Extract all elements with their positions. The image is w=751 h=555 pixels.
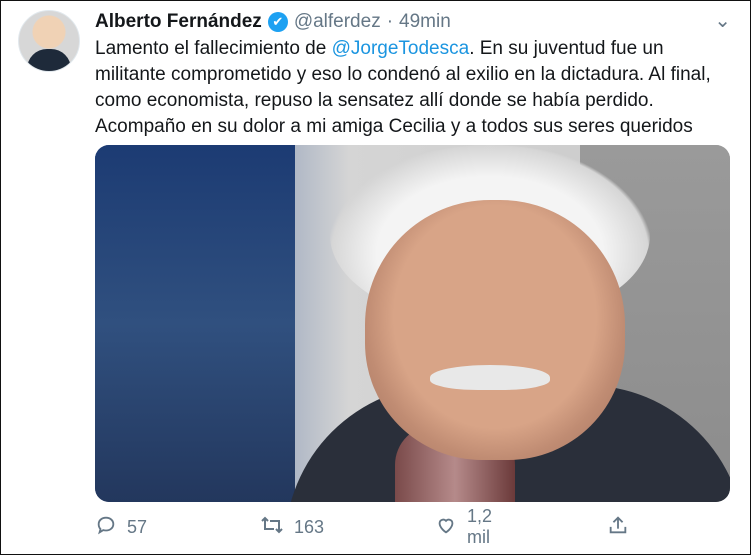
retweet-icon <box>260 514 284 540</box>
author-avatar[interactable] <box>18 10 80 72</box>
tweet-text: Lamento el fallecimiento de @JorgeTodesc… <box>95 36 725 140</box>
retweet-count: 163 <box>294 516 325 537</box>
mention-link[interactable]: @JorgeTodesca <box>332 38 470 59</box>
avatar-suit <box>27 49 71 71</box>
share-icon <box>607 514 629 540</box>
like-count: 1,2 mil <box>467 506 493 547</box>
tweet-time[interactable]: 49min <box>399 11 451 33</box>
separator-dot: · <box>386 11 394 32</box>
photo-face <box>365 200 625 460</box>
photo-mustache <box>430 365 550 390</box>
author-handle[interactable]: @alferdez <box>294 11 381 33</box>
reply-count: 57 <box>127 516 148 537</box>
share-button[interactable] <box>607 514 629 540</box>
tweet-header: Alberto Fernández ✔ @alferdez · 49min <box>95 10 451 34</box>
photo-background-left <box>95 145 295 502</box>
reply-icon <box>95 514 117 540</box>
tweet-text-part: Lamento el fallecimiento de <box>95 38 332 59</box>
retweet-button[interactable]: 163 <box>260 514 324 540</box>
verified-badge-icon: ✔ <box>267 12 288 32</box>
reply-button[interactable]: 57 <box>95 514 147 540</box>
heart-icon <box>435 514 457 540</box>
tweet-photo[interactable] <box>95 145 730 502</box>
chevron-down-icon[interactable]: ⌄ <box>714 8 731 33</box>
like-button[interactable]: 1,2 mil <box>435 506 492 548</box>
author-name[interactable]: Alberto Fernández <box>95 11 262 33</box>
